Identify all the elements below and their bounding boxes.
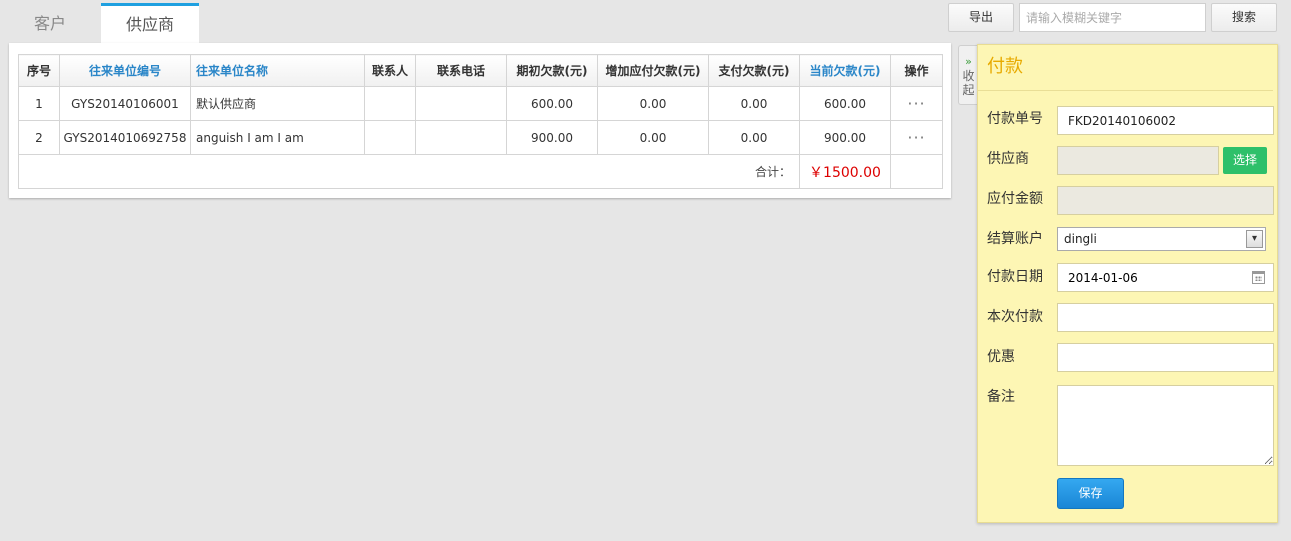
table-row[interactable]: 2 GYS2014010692758 anguish I am I am 900… [18, 120, 943, 155]
remark-field[interactable] [1057, 385, 1274, 466]
col-header-contact: 联系人 [364, 54, 416, 87]
payment-no-label: 付款单号 [987, 111, 1043, 127]
cell-code: GYS20140106001 [59, 86, 191, 121]
discount-field[interactable] [1057, 343, 1274, 372]
date-label: 付款日期 [987, 269, 1043, 285]
cell-paid-debt: 0.00 [708, 86, 800, 121]
table-total-row: 合计： ￥1500.00 [18, 154, 943, 189]
supplier-label: 供应商 [987, 151, 1029, 167]
date-field[interactable] [1058, 264, 1238, 291]
this-payment-label: 本次付款 [987, 309, 1043, 325]
cell-added-payable: 0.00 [597, 120, 709, 155]
remark-label: 备注 [987, 389, 1015, 405]
cell-no: 1 [18, 86, 60, 121]
this-payment-field[interactable] [1057, 303, 1274, 332]
search-button[interactable]: 搜索 [1211, 3, 1277, 32]
payable-amount-label: 应付金额 [987, 191, 1043, 207]
more-actions-icon[interactable]: ··· [907, 94, 925, 113]
form-title: 付款 [978, 45, 1273, 91]
discount-label: 优惠 [987, 349, 1015, 365]
table-header-row: 序号 往来单位编号 往来单位名称 联系人 联系电话 期初欠款(元) 增加应付欠款… [18, 54, 943, 87]
col-header-actions: 操作 [890, 54, 943, 87]
cell-contact [364, 86, 416, 121]
col-header-opening-debt: 期初欠款(元) [506, 54, 598, 87]
cell-current-debt: 600.00 [799, 86, 891, 121]
more-actions-icon[interactable]: ··· [907, 128, 925, 147]
total-empty-cell [890, 154, 943, 189]
account-select[interactable]: dingli ▾ [1057, 227, 1266, 251]
payable-amount-field[interactable] [1057, 186, 1274, 215]
cell-opening-debt: 600.00 [506, 86, 598, 121]
cell-no: 2 [18, 120, 60, 155]
tab-bar: 客户 供应商 [9, 3, 199, 43]
collapse-panel-button[interactable]: » 收 起 [958, 45, 978, 105]
cell-name: anguish I am I am [190, 120, 365, 155]
payment-form: 付款 付款单号 供应商 选择 应付金额 结算账户 dingli ▾ 付款日期 本… [977, 44, 1278, 523]
col-header-code[interactable]: 往来单位编号 [59, 54, 191, 87]
col-header-added-payable: 增加应付欠款(元) [597, 54, 709, 87]
cell-paid-debt: 0.00 [708, 120, 800, 155]
supplier-field[interactable] [1057, 146, 1219, 175]
total-value: ￥1500.00 [799, 154, 891, 189]
col-header-name[interactable]: 往来单位名称 [190, 54, 365, 87]
save-button[interactable]: 保存 [1057, 478, 1124, 509]
calendar-icon[interactable] [1252, 271, 1265, 284]
col-header-no: 序号 [18, 54, 60, 87]
cell-added-payable: 0.00 [597, 86, 709, 121]
collapse-label-line1: 收 [962, 69, 975, 83]
cell-current-debt: 900.00 [799, 120, 891, 155]
cell-name: 默认供应商 [190, 86, 365, 121]
collapse-label-line2: 起 [962, 83, 975, 97]
col-header-paid-debt: 支付欠款(元) [708, 54, 800, 87]
search-input[interactable] [1019, 3, 1206, 32]
cell-opening-debt: 900.00 [506, 120, 598, 155]
cell-contact [364, 120, 416, 155]
total-label: 合计： [18, 154, 800, 189]
tab-customers[interactable]: 客户 [9, 3, 91, 43]
chevron-down-icon: ▾ [1246, 230, 1263, 248]
cell-phone [415, 120, 507, 155]
choose-supplier-button[interactable]: 选择 [1223, 147, 1267, 174]
tab-suppliers[interactable]: 供应商 [101, 3, 199, 43]
chevron-right-double-icon: » [965, 55, 972, 68]
cell-code: GYS2014010692758 [59, 120, 191, 155]
date-field-wrap [1057, 263, 1274, 292]
export-button[interactable]: 导出 [948, 3, 1014, 32]
payment-no-field[interactable] [1057, 106, 1274, 135]
cell-phone [415, 86, 507, 121]
col-header-current-debt[interactable]: 当前欠款(元) [799, 54, 891, 87]
table-row[interactable]: 1 GYS20140106001 默认供应商 600.00 0.00 0.00 … [18, 86, 943, 121]
account-select-value: dingli [1064, 232, 1097, 246]
account-label: 结算账户 [987, 231, 1043, 247]
supplier-table-panel: 序号 往来单位编号 往来单位名称 联系人 联系电话 期初欠款(元) 增加应付欠款… [9, 43, 951, 198]
col-header-phone: 联系电话 [415, 54, 507, 87]
supplier-table: 序号 往来单位编号 往来单位名称 联系人 联系电话 期初欠款(元) 增加应付欠款… [18, 54, 943, 189]
